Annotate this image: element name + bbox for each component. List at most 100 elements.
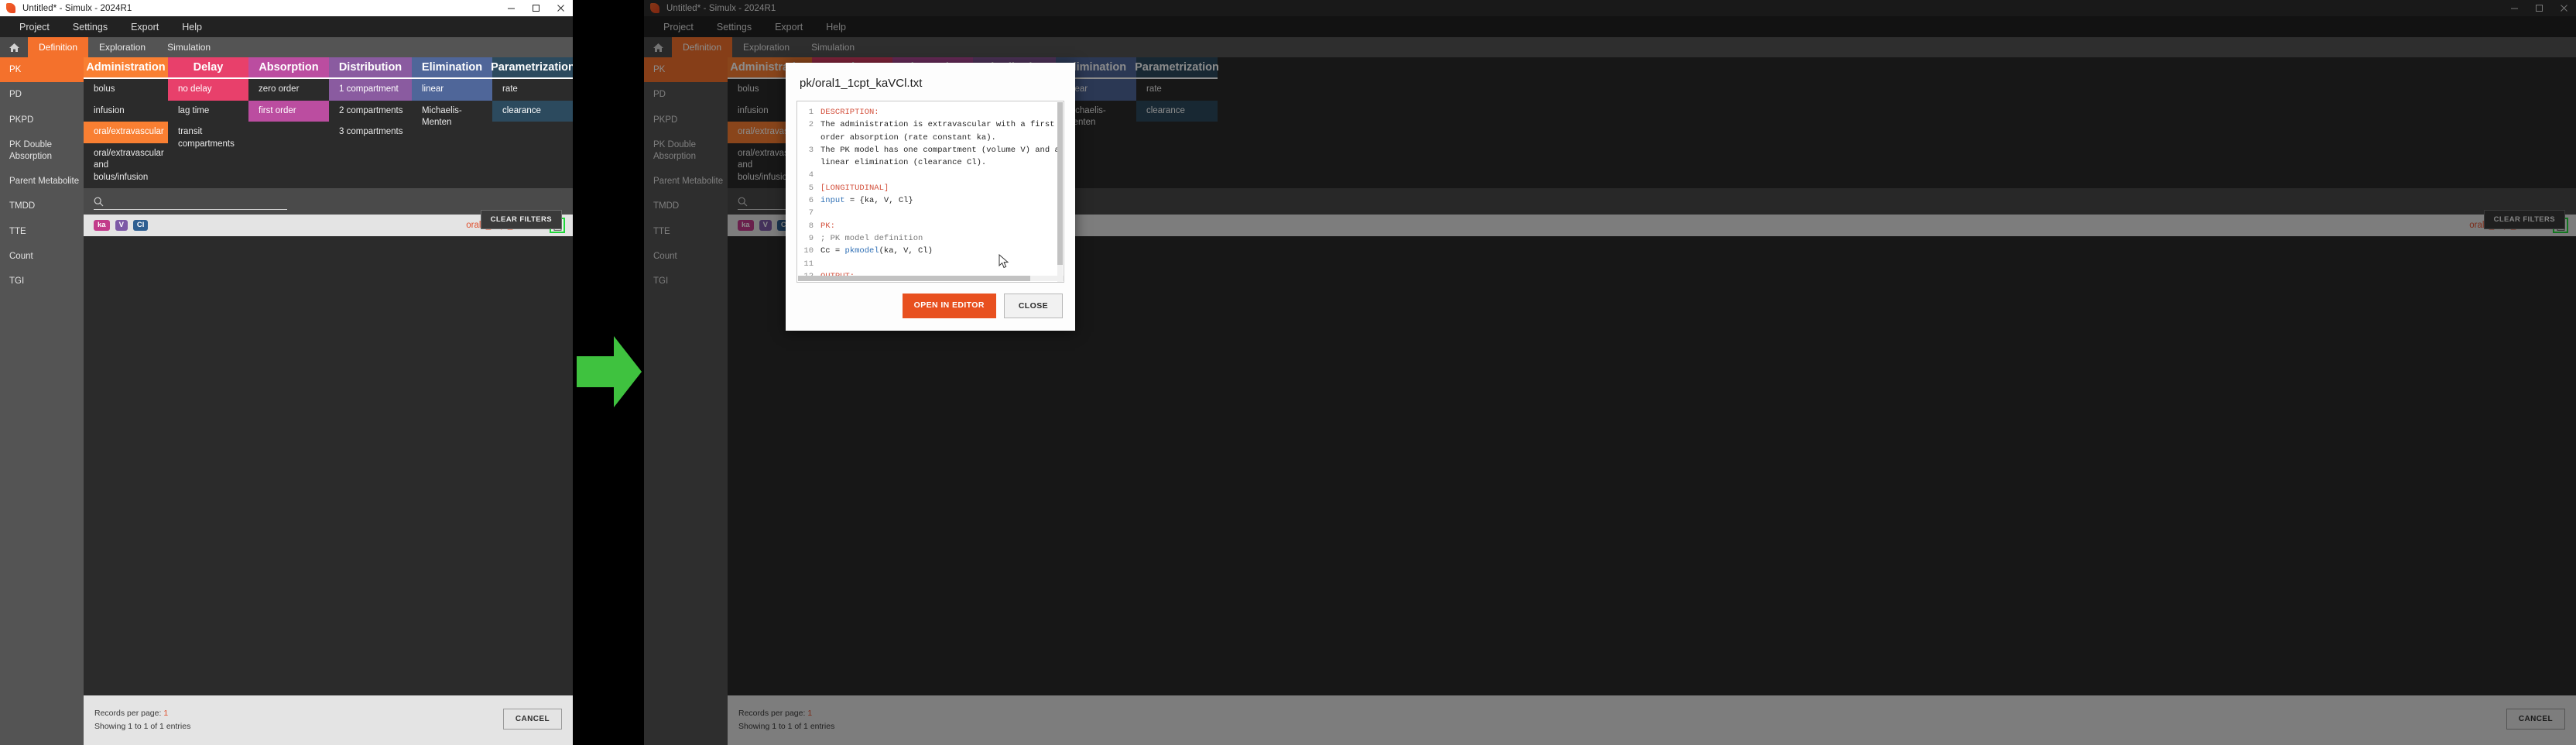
column-options: no delaylag timetransit compartments <box>168 77 248 155</box>
clear-filters-button[interactable]: CLEAR FILTERS <box>481 210 562 229</box>
parameter-badge: Cl <box>133 220 149 232</box>
minimize-icon[interactable] <box>498 0 523 16</box>
tab-exploration[interactable]: Exploration <box>88 37 156 57</box>
model-column: Administrationbolusinfusionoral/extravas… <box>84 57 168 188</box>
filter-option[interactable]: infusion <box>84 101 168 122</box>
code-line: 11 <box>797 258 1064 270</box>
sidebar-item-pkpd[interactable]: PKPD <box>0 108 84 132</box>
horizontal-scrollbar-thumb[interactable] <box>798 276 1030 281</box>
code-viewer[interactable]: 1DESCRIPTION:2The administration is extr… <box>796 101 1064 283</box>
code-line: 8PK: <box>797 220 1064 232</box>
menu-item-project[interactable]: Project <box>8 19 61 36</box>
model-filter-table: Administrationbolusinfusionoral/extravas… <box>84 57 573 188</box>
filter-option[interactable]: linear <box>412 79 492 101</box>
footer-bar: Records per page: 1 Showing 1 to 1 of 1 … <box>84 695 573 745</box>
menu-item-help[interactable]: Help <box>170 19 214 36</box>
filter-option[interactable]: first order <box>248 101 329 122</box>
sidebar-item-parent-metabolite[interactable]: Parent Metabolite <box>0 169 84 194</box>
filter-option[interactable]: transit compartments <box>168 122 248 155</box>
close-button[interactable]: CLOSE <box>1004 294 1063 318</box>
showing-entries-label: Showing 1 to 1 of 1 entries <box>94 720 190 733</box>
home-icon[interactable] <box>0 37 28 57</box>
tab-simulation[interactable]: Simulation <box>156 37 221 57</box>
line-text: ; PK model definition <box>820 232 923 245</box>
line-number: 5 <box>797 182 820 194</box>
sidebar-item-pd[interactable]: PD <box>0 82 84 107</box>
filter-option[interactable]: Michaelis-Menten <box>412 101 492 134</box>
filter-option[interactable]: oral/extravascular <box>84 122 168 143</box>
mouse-cursor <box>999 254 1009 270</box>
model-column: EliminationlinearMichaelis-Menten <box>412 57 492 134</box>
line-number <box>797 156 820 169</box>
model-column: Parametrizationrateclearance <box>492 57 573 122</box>
search-input[interactable] <box>110 196 287 207</box>
code-line: 2The administration is extravascular wit… <box>797 118 1064 131</box>
close-icon[interactable] <box>548 0 573 16</box>
code-line: order absorption (rate constant ka). <box>797 132 1064 144</box>
search-icon <box>94 197 104 207</box>
line-text: The administration is extravascular with… <box>820 118 1054 131</box>
sidebar-item-tte[interactable]: TTE <box>0 219 84 244</box>
window-controls <box>498 0 573 16</box>
sidebar-item-pk[interactable]: PK <box>0 57 84 82</box>
records-info: Records per page: 1 Showing 1 to 1 of 1 … <box>94 707 190 733</box>
dialog-title: pk/oral1_1cpt_kaVCl.txt <box>786 63 1075 101</box>
cancel-button[interactable]: CANCEL <box>503 709 562 730</box>
filter-option[interactable]: bolus <box>84 79 168 101</box>
line-number: 10 <box>797 245 820 257</box>
filter-option[interactable]: 1 compartment <box>329 79 412 101</box>
line-text: PK: <box>820 220 835 232</box>
line-text: input = {ka, V, Cl} <box>820 194 913 207</box>
column-header[interactable]: Parametrization <box>492 57 573 77</box>
sidebar-item-count[interactable]: Count <box>0 244 84 269</box>
code-line: 9; PK model definition <box>797 232 1064 245</box>
filter-option[interactable]: rate <box>492 79 573 101</box>
vertical-scrollbar-thumb[interactable] <box>1057 102 1063 265</box>
empty-area <box>84 236 573 695</box>
open-in-editor-button[interactable]: OPEN IN EDITOR <box>903 294 996 318</box>
filter-option[interactable]: zero order <box>248 79 329 101</box>
search-box[interactable] <box>94 196 287 210</box>
code-line: 1DESCRIPTION: <box>797 106 1064 118</box>
filter-option[interactable]: 2 compartments <box>329 101 412 122</box>
code-line: 10Cc = pkmodel(ka, V, Cl) <box>797 245 1064 257</box>
line-number: 11 <box>797 258 820 270</box>
line-text: DESCRIPTION: <box>820 106 879 118</box>
tab-definition[interactable]: Definition <box>28 37 88 57</box>
column-header[interactable]: Elimination <box>412 57 492 77</box>
code-line: 6input = {ka, V, Cl} <box>797 194 1064 207</box>
line-text: order absorption (rate constant ka). <box>820 132 996 144</box>
sidebar-item-tgi[interactable]: TGI <box>0 269 84 294</box>
tab-strip: Definition Exploration Simulation <box>0 37 573 57</box>
filter-option[interactable]: clearance <box>492 101 573 122</box>
column-options: linearMichaelis-Menten <box>412 77 492 134</box>
filter-option[interactable]: no delay <box>168 79 248 101</box>
line-number: 2 <box>797 118 820 131</box>
column-header[interactable]: Absorption <box>248 57 329 77</box>
code-line: 5[LONGITUDINAL] <box>797 182 1064 194</box>
window-title: Untitled* - Simulx - 2024R1 <box>22 4 132 13</box>
column-header[interactable]: Administration <box>84 57 168 77</box>
line-number <box>797 132 820 144</box>
title-bar: Untitled* - Simulx - 2024R1 <box>0 0 573 16</box>
code-line: 3The PK model has one compartment (volum… <box>797 144 1064 156</box>
line-number: 9 <box>797 232 820 245</box>
filter-option[interactable]: lag time <box>168 101 248 122</box>
menu-item-settings[interactable]: Settings <box>61 19 119 36</box>
line-number: 6 <box>797 194 820 207</box>
line-text: The PK model has one compartment (volume… <box>820 144 1060 156</box>
model-library-content: Administrationbolusinfusionoral/extravas… <box>84 57 573 745</box>
filter-option[interactable]: oral/extravascular and bolus/infusion <box>84 143 168 189</box>
menu-item-export[interactable]: Export <box>119 19 170 36</box>
column-header[interactable]: Distribution <box>329 57 412 77</box>
app-logo-icon <box>6 3 15 13</box>
column-options: bolusinfusionoral/extravascularoral/extr… <box>84 77 168 188</box>
sidebar-item-pk-double-absorption[interactable]: PK Double Absorption <box>0 132 84 169</box>
maximize-icon[interactable] <box>523 0 548 16</box>
sidebar-item-tmdd[interactable]: TMDD <box>0 194 84 218</box>
column-header[interactable]: Delay <box>168 57 248 77</box>
records-per-page-value[interactable]: 1 <box>163 709 168 718</box>
filter-option[interactable]: 3 compartments <box>329 122 412 143</box>
code-line: linear elimination (clearance Cl). <box>797 156 1064 169</box>
line-text: Cc = pkmodel(ka, V, Cl) <box>820 245 933 257</box>
